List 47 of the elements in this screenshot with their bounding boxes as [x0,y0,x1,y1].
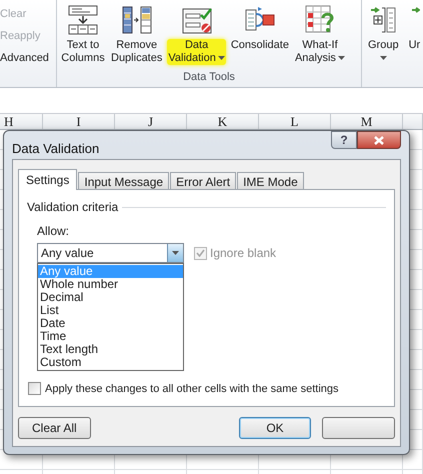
ribbon-button[interactable]: Consolidate [230,4,290,52]
column-header[interactable]: K [187,114,259,129]
ribbon-button[interactable]: What-If Analysis [294,4,346,65]
list-option[interactable]: Custom [38,356,183,369]
check-icon [196,249,205,257]
dropdown-field[interactable]: Any value [37,243,184,263]
caret-icon [380,56,387,60]
checkbox-label: Apply these changes to all other cells with the same settings [45,382,338,396]
ribbon-button[interactable]: Data Validation [167,4,226,65]
ribbon-button[interactable]: Ur [408,4,420,52]
section-title: Validation criteria [27,199,118,216]
window-title: Data Validation [12,140,100,158]
column-header[interactable]: L [259,114,331,129]
columns-icon [120,4,153,36]
dialog-button[interactable]: OK [238,417,312,439]
checkbox-label: Ignore blank [210,245,276,262]
help-button[interactable]: ? [331,131,357,149]
field-label: Allow: [37,223,70,240]
ribbon-button[interactable]: Remove Duplicates [110,4,164,65]
group-label: Data Tools [183,70,235,84]
tab[interactable]: Error Alert [170,172,236,190]
dialog-button[interactable]: Clear All [18,417,91,439]
caret-icon [218,56,225,60]
table-arrow-icon [67,4,99,36]
column-header[interactable]: I [43,114,115,129]
list-option[interactable]: Date [38,317,183,330]
dropdown-button[interactable] [167,244,183,262]
list-option[interactable]: Whole number [38,278,183,291]
list-option[interactable]: Decimal [38,291,183,304]
tab[interactable]: IME Mode [237,172,304,190]
close-button[interactable] [357,131,401,149]
column-header[interactable]: J [115,114,187,129]
list-option[interactable]: Time [38,330,183,343]
tab[interactable]: Settings [18,169,78,190]
tab[interactable]: Input Message [78,172,170,190]
column-header[interactable]: M [331,114,403,129]
checkbox[interactable] [28,382,41,396]
ribbon-button[interactable]: Text to Columns [60,4,106,65]
caret-icon [172,251,179,255]
column-header[interactable]: H [0,114,43,129]
ribbon-command[interactable]: Advanced [0,49,56,67]
list-option[interactable]: List [38,304,183,317]
ribbon-button[interactable]: Group [368,4,399,60]
dialog-button[interactable] [322,417,396,439]
caret-icon [338,56,345,60]
list-option[interactable]: Text length [38,343,183,356]
close-icon [374,136,384,144]
